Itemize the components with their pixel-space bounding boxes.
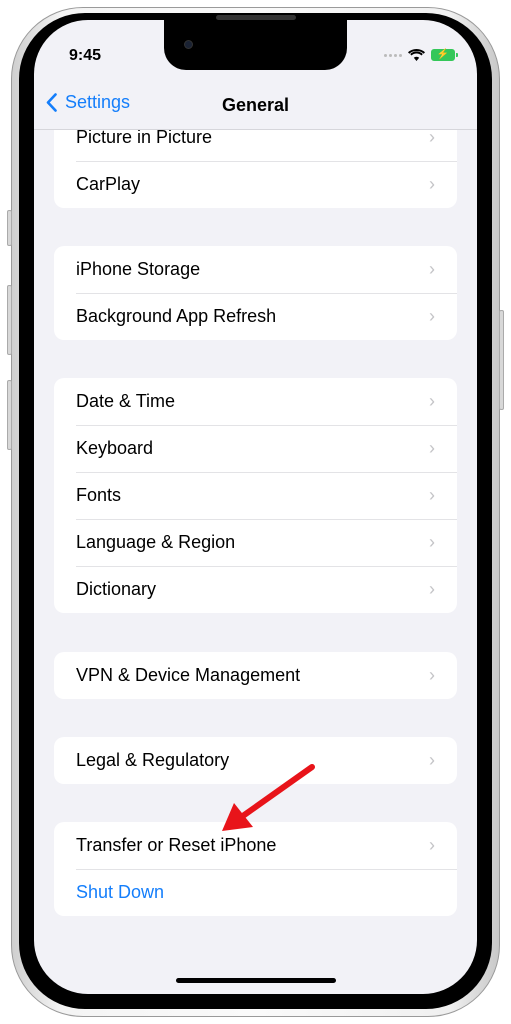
side-button — [499, 310, 504, 410]
wifi-icon — [408, 49, 425, 61]
list-item-label: Dictionary — [76, 579, 157, 599]
home-indicator[interactable] — [176, 978, 336, 983]
battery-charging-icon: ⚡ — [431, 49, 458, 61]
chevron-right-icon: › — [429, 532, 435, 552]
page-title: General — [221, 95, 290, 115]
chevron-right-icon: › — [429, 259, 435, 279]
list-item-carplay[interactable]: CarPlay › — [54, 161, 457, 208]
list-item-label: Keyboard — [76, 438, 154, 458]
chevron-right-icon: › — [429, 127, 435, 147]
list-item-dictionary[interactable]: Dictionary › — [54, 566, 457, 613]
list-item-label: Background App Refresh — [76, 306, 277, 326]
silent-switch — [7, 210, 12, 246]
list-item-label: iPhone Storage — [76, 259, 201, 279]
chevron-right-icon: › — [429, 835, 435, 855]
list-item-fonts[interactable]: Fonts › — [54, 472, 457, 519]
list-item-shut-down[interactable]: Shut Down — [54, 869, 457, 916]
notch — [164, 20, 347, 70]
volume-up-button — [7, 285, 12, 355]
speaker-grille — [216, 15, 296, 20]
list-item-legal-regulatory[interactable]: Legal & Regulatory › — [54, 737, 457, 784]
list-item-label: VPN & Device Management — [76, 665, 301, 685]
chevron-right-icon: › — [429, 579, 435, 599]
status-icons: ⚡ — [384, 49, 458, 61]
list-item-iphone-storage[interactable]: iPhone Storage › — [54, 246, 457, 293]
list-item-label: Fonts — [76, 485, 122, 505]
list-item-label: Picture in Picture — [76, 127, 213, 147]
navigation-bar: Settings General — [34, 80, 477, 130]
chevron-right-icon: › — [429, 174, 435, 194]
settings-group: VPN & Device Management › — [54, 652, 457, 699]
list-item-transfer-or-reset-iphone[interactable]: Transfer or Reset iPhone › — [54, 822, 457, 869]
list-item-language-region[interactable]: Language & Region › — [54, 519, 457, 566]
chevron-right-icon: › — [429, 485, 435, 505]
settings-group: Date & Time › Keyboard › Fonts › Language & Re… — [54, 378, 457, 613]
list-item-vpn-device-management[interactable]: VPN & Device Management › — [54, 652, 457, 699]
list-item-label: CarPlay — [76, 174, 141, 194]
chevron-right-icon: › — [429, 750, 435, 770]
chevron-right-icon: › — [429, 438, 435, 458]
screen: 9:45 ⚡ Picture in Picture › CarPlay › iPhone… — [34, 20, 477, 994]
list-item-label: Date & Time — [76, 391, 176, 411]
chevron-right-icon: › — [429, 306, 435, 326]
chevron-right-icon: › — [429, 391, 435, 411]
camera-icon — [184, 40, 193, 49]
settings-group: Transfer or Reset iPhone › Shut Down — [54, 822, 457, 916]
list-item-keyboard[interactable]: Keyboard › — [54, 425, 457, 472]
settings-group: Legal & Regulatory › — [54, 737, 457, 784]
list-item-date-time[interactable]: Date & Time › — [54, 378, 457, 425]
status-time: 9:45 — [69, 47, 102, 64]
list-item-label: Legal & Regulatory — [76, 750, 230, 770]
chevron-right-icon: › — [429, 665, 435, 685]
list-item-label: Transfer or Reset iPhone — [76, 835, 277, 855]
settings-group: iPhone Storage › Background App Refresh › — [54, 246, 457, 340]
list-item-label: Shut Down — [76, 882, 165, 902]
list-item-label: Language & Region — [76, 532, 236, 552]
list-item-background-app-refresh[interactable]: Background App Refresh › — [54, 293, 457, 340]
volume-down-button — [7, 380, 12, 450]
signal-dots-icon — [384, 53, 402, 57]
